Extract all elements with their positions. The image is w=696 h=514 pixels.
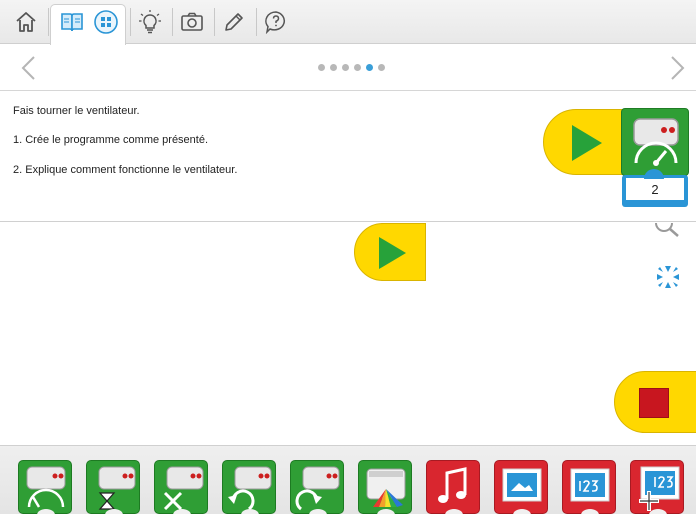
block-connector xyxy=(649,509,667,514)
programming-canvas[interactable] xyxy=(0,223,696,445)
display-number-icon xyxy=(570,468,610,502)
canvas-start-block[interactable] xyxy=(354,223,426,281)
stop-button[interactable] xyxy=(614,371,696,433)
instruction-step-1: 1. Crée le programme comme présenté. xyxy=(13,134,209,146)
block-connector xyxy=(513,509,531,514)
toolbar-separator xyxy=(172,8,173,36)
example-start-block xyxy=(543,109,627,175)
magnifier-icon[interactable] xyxy=(654,223,680,237)
page-dot[interactable] xyxy=(378,64,385,71)
block-connector xyxy=(309,509,327,514)
page-navigation xyxy=(0,45,696,91)
play-icon xyxy=(379,237,406,269)
top-toolbar xyxy=(0,0,696,45)
motor-time-icon xyxy=(98,466,136,510)
palette-block-motor-off[interactable] xyxy=(154,460,208,514)
motor-cw-icon xyxy=(295,466,340,511)
help-icon xyxy=(265,11,285,34)
camera-icon xyxy=(181,12,203,31)
block-connector xyxy=(445,509,463,514)
page-dot[interactable] xyxy=(318,64,325,71)
block-connector xyxy=(241,509,259,514)
light-color-icon xyxy=(366,468,406,507)
lightbulb-icon xyxy=(139,10,161,34)
palette-block-display-image[interactable] xyxy=(494,460,548,514)
palette-block-motor-cw[interactable] xyxy=(290,460,344,514)
home-icon xyxy=(16,12,36,32)
palette-block-motor-ccw[interactable] xyxy=(222,460,276,514)
motor-off-icon xyxy=(163,466,204,511)
stop-icon xyxy=(639,388,669,418)
book-icon xyxy=(61,13,83,32)
toolbar-separator xyxy=(130,8,131,36)
example-motor-block xyxy=(621,108,689,176)
display-image-icon xyxy=(502,468,542,502)
block-connector xyxy=(37,509,55,514)
palette-block-add-number[interactable] xyxy=(630,460,684,514)
block-connector xyxy=(105,509,123,514)
app-root: Fais tourner le ventilateur. 1. Crée le … xyxy=(0,0,696,514)
palette-block-light-color[interactable] xyxy=(358,460,412,514)
motor-power-icon xyxy=(26,466,66,508)
toolbar-separator xyxy=(256,8,257,36)
pencil-icon xyxy=(225,13,243,31)
edit-button[interactable] xyxy=(216,4,252,40)
collapse-arrows-icon[interactable] xyxy=(653,262,683,292)
gallery-button[interactable] xyxy=(88,4,124,40)
instruction-step-2: 2. Explique comment fonctionne le ventil… xyxy=(13,164,238,176)
power-input[interactable]: 2 xyxy=(622,175,688,207)
palette-block-display-number[interactable] xyxy=(562,460,616,514)
page-dot[interactable] xyxy=(366,64,373,71)
play-icon xyxy=(572,125,602,161)
motor-ccw-icon xyxy=(228,466,272,511)
toolbar-separator xyxy=(48,8,49,36)
block-palette xyxy=(0,445,696,514)
idea-button[interactable] xyxy=(132,4,168,40)
chevron-right-icon[interactable] xyxy=(662,53,692,83)
book-button[interactable] xyxy=(54,4,90,40)
page-dot[interactable] xyxy=(342,64,349,71)
block-connector xyxy=(581,509,599,514)
help-button[interactable] xyxy=(258,4,294,40)
add-number-icon xyxy=(639,466,680,511)
home-button[interactable] xyxy=(8,4,44,40)
page-dot[interactable] xyxy=(330,64,337,71)
palette-block-motor-time[interactable] xyxy=(86,460,140,514)
power-value: 2 xyxy=(626,178,684,200)
motor-power-icon xyxy=(633,118,679,166)
page-indicator xyxy=(318,64,385,71)
block-connector xyxy=(173,509,191,514)
block-connector xyxy=(377,509,395,514)
chevron-left-icon[interactable] xyxy=(14,53,44,83)
palette-block-motor-power[interactable] xyxy=(18,460,72,514)
instruction-title: Fais tourner le ventilateur. xyxy=(13,105,140,117)
sound-icon xyxy=(438,467,467,503)
palette-block-sound[interactable] xyxy=(426,460,480,514)
toolbar-separator xyxy=(214,8,215,36)
camera-button[interactable] xyxy=(174,4,210,40)
grid-icon xyxy=(94,10,118,34)
page-dot[interactable] xyxy=(354,64,361,71)
